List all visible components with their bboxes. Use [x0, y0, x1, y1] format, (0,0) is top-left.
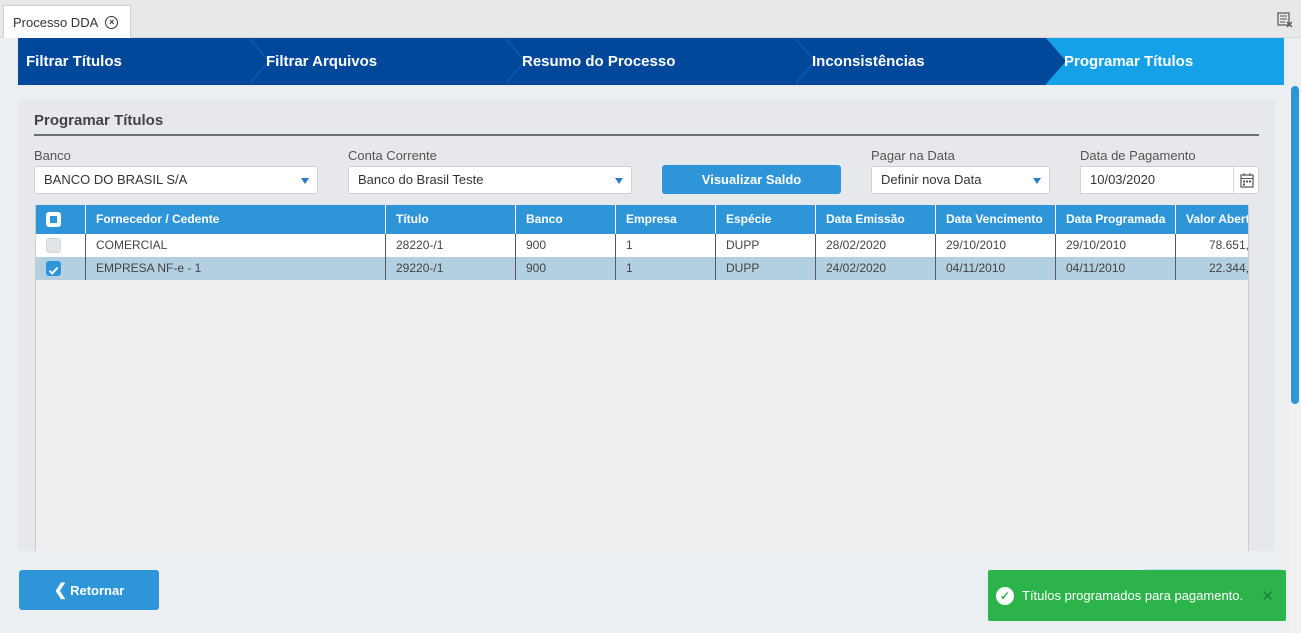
col-data-emissao[interactable]: Data Emissão [816, 205, 936, 234]
col-valor-aberto[interactable]: Valor Abert [1176, 205, 1248, 234]
data-pagamento-input[interactable]: 10/03/2020 [1080, 166, 1259, 194]
vertical-scrollbar[interactable] [1289, 86, 1301, 633]
data-pagamento-value: 10/03/2020 [1090, 172, 1156, 187]
chevron-down-icon [1033, 178, 1041, 184]
col-fornecedor[interactable]: Fornecedor / Cedente [86, 205, 386, 234]
visualizar-saldo-button[interactable]: Visualizar Saldo [662, 165, 841, 194]
cell-valor-aberto: 78.651, [1176, 234, 1248, 257]
cell-especie: DUPP [716, 257, 816, 280]
cell-fornecedor: COMERCIAL [86, 234, 386, 257]
table-row[interactable]: COMERCIAL 28220-/1 900 1 DUPP 28/02/2020… [36, 234, 1248, 257]
select-all-checkbox[interactable] [46, 212, 61, 227]
retornar-label: Retornar [70, 582, 125, 598]
cell-data-emissao: 28/02/2020 [816, 234, 936, 257]
col-especie[interactable]: Espécie [716, 205, 816, 234]
cell-fornecedor: EMPRESA NF-e - 1 [86, 257, 386, 280]
step-filtrar-titulos[interactable]: Filtrar Títulos [18, 38, 270, 85]
top-tab-bar: Processo DDA × [0, 0, 1301, 38]
select-all-cell [36, 205, 86, 234]
panel-title: Programar Títulos [34, 112, 164, 129]
chevron-down-icon [615, 178, 623, 184]
conta-corrente-label: Conta Corrente [348, 148, 437, 163]
col-data-programada[interactable]: Data Programada [1056, 205, 1176, 234]
step-programar-titulos[interactable]: Programar Títulos [1046, 38, 1284, 85]
calendar-icon [1240, 173, 1254, 188]
step-filtrar-arquivos[interactable]: Filtrar Arquivos [248, 38, 526, 85]
cell-empresa: 1 [616, 234, 716, 257]
row-checkbox[interactable] [46, 238, 61, 253]
titulos-grid: Fornecedor / Cedente Título Banco Empres… [35, 205, 1249, 551]
cell-banco: 900 [516, 234, 616, 257]
conta-corrente-value: Banco do Brasil Teste [358, 172, 484, 187]
cell-data-programada: 29/10/2010 [1056, 234, 1176, 257]
toast-message: Títulos programados para pagamento. [1022, 588, 1244, 603]
cell-banco: 900 [516, 257, 616, 280]
banco-label: Banco [34, 148, 71, 163]
cell-data-programada: 04/11/2010 [1056, 257, 1176, 280]
conta-corrente-select[interactable]: Banco do Brasil Teste [348, 166, 632, 194]
scrollbar-thumb[interactable] [1291, 86, 1299, 404]
close-tab-icon[interactable]: × [105, 15, 119, 29]
programar-titulos-panel: Programar Títulos Banco BANCO DO BRASIL … [18, 99, 1275, 551]
pagar-na-data-select[interactable]: Definir nova Data [871, 166, 1050, 194]
cell-data-vencimento: 29/10/2010 [936, 234, 1056, 257]
banco-value: BANCO DO BRASIL S/A [44, 172, 188, 187]
cell-data-emissao: 24/02/2020 [816, 257, 936, 280]
chevron-down-icon [301, 178, 309, 184]
step-resumo-processo[interactable]: Resumo do Processo [504, 38, 816, 85]
col-banco[interactable]: Banco [516, 205, 616, 234]
cell-titulo: 29220-/1 [386, 257, 516, 280]
banco-select[interactable]: BANCO DO BRASIL S/A [34, 166, 318, 194]
calendar-button[interactable] [1233, 166, 1259, 194]
cell-empresa: 1 [616, 257, 716, 280]
cell-valor-aberto: 22.344, [1176, 257, 1248, 280]
data-pagamento-label: Data de Pagamento [1080, 148, 1196, 163]
wizard-steps: Filtrar Títulos Filtrar Arquivos Resumo … [18, 38, 1284, 85]
check-circle-icon: ✓ [996, 586, 1014, 605]
table-row[interactable]: EMPRESA NF-e - 1 29220-/1 900 1 DUPP 24/… [36, 257, 1248, 280]
success-toast: ✓ Títulos programados para pagamento. ✕ [988, 570, 1286, 621]
pagar-na-data-label: Pagar na Data [871, 148, 955, 163]
cell-titulo: 28220-/1 [386, 234, 516, 257]
col-empresa[interactable]: Empresa [616, 205, 716, 234]
grid-header: Fornecedor / Cedente Título Banco Empres… [36, 205, 1248, 234]
row-checkbox[interactable] [46, 261, 61, 276]
step-inconsistencias[interactable]: Inconsistências [794, 38, 1068, 85]
panel-divider [34, 134, 1259, 136]
col-titulo[interactable]: Título [386, 205, 516, 234]
col-data-vencimento[interactable]: Data Vencimento [936, 205, 1056, 234]
checkmark-icon [48, 266, 59, 275]
chevron-left-icon: ❮ [53, 582, 68, 599]
close-icon[interactable]: ✕ [1261, 587, 1274, 605]
pagar-na-data-value: Definir nova Data [881, 172, 982, 187]
tab-title: Processo DDA [13, 14, 99, 30]
clear-filter-icon[interactable] [1277, 12, 1293, 28]
tab-processo-dda[interactable]: Processo DDA × [3, 5, 131, 38]
retornar-button[interactable]: ❮ Retornar [19, 570, 159, 610]
cell-especie: DUPP [716, 234, 816, 257]
cell-data-vencimento: 04/11/2010 [936, 257, 1056, 280]
